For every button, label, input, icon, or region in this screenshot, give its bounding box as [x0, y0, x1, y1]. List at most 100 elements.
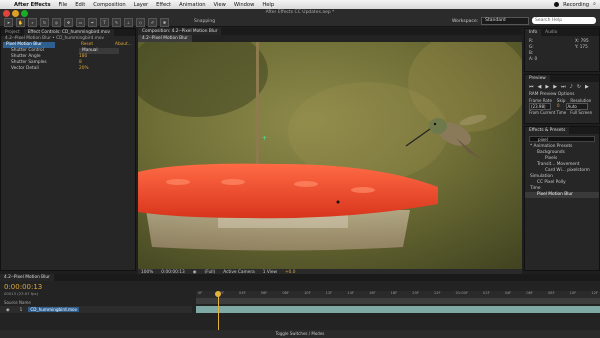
app-toolbar: After Effects CC Updates.aep * ➤ ✋ ⌕ ↻ ◎…	[0, 9, 600, 27]
timeline-frame-info: 00013 (23.97 fps)	[4, 291, 39, 296]
ruler-tick: 22F	[433, 291, 441, 295]
puppet-tool-icon[interactable]: ✱	[160, 18, 169, 27]
ruler-tick: 04F	[504, 291, 512, 295]
menu-help[interactable]: Help	[258, 2, 278, 8]
timeline-current-time[interactable]: 0:00:00:13	[4, 283, 42, 291]
visibility-icon[interactable]: ◉	[6, 307, 10, 312]
preview-panel: Preview ⏮ ◀ ▶ ▶ ⏭ ♪ ↻ ▶ RAM Preview Opti…	[524, 74, 600, 124]
ruler-tick: 12F	[591, 291, 598, 295]
tab-audio[interactable]: Audio	[541, 29, 561, 36]
tool-palette: ➤ ✋ ⌕ ↻ ◎ ✥ ▭ ✒ T ✎ ⊥ ◇ ✐ ✱	[4, 18, 169, 27]
next-frame-icon[interactable]: ▶	[553, 84, 557, 90]
tab-comp-name[interactable]: 4.2--Pixel Motion Blur	[138, 35, 192, 42]
menu-layer[interactable]: Layer	[130, 2, 152, 8]
playhead[interactable]	[218, 291, 219, 331]
menu-effect[interactable]: Effect	[152, 2, 175, 8]
ruler-tick: 04F	[239, 291, 246, 295]
hanging-wire	[256, 42, 259, 172]
rectangle-tool-icon[interactable]: ▭	[76, 18, 85, 27]
brush-tool-icon[interactable]: ✎	[112, 18, 121, 27]
tab-info[interactable]: Info	[525, 29, 542, 36]
hand-tool-icon[interactable]: ✋	[16, 18, 25, 27]
loop-icon[interactable]: ↻	[577, 84, 581, 90]
pan-behind-tool-icon[interactable]: ✥	[64, 18, 73, 27]
layer-duration-bar[interactable]	[196, 306, 600, 313]
layer-row[interactable]: ◉ 1 CD_hummingbird.mov	[0, 306, 192, 313]
menu-edit[interactable]: Edit	[71, 2, 89, 8]
playback-controls: ⏮ ◀ ▶ ▶ ⏭ ♪ ↻ ▶	[525, 82, 599, 92]
ruler-tick: 10F	[569, 291, 577, 295]
clone-stamp-tool-icon[interactable]: ⊥	[124, 18, 133, 27]
ruler-tick: 16F	[368, 291, 376, 295]
tab-effects-presets[interactable]: Effects & Presets	[525, 127, 570, 134]
selection-tool-icon[interactable]: ➤	[4, 18, 13, 27]
menu-animation[interactable]: Animation	[175, 2, 209, 8]
prev-frame-icon[interactable]: ◀	[538, 84, 542, 90]
resolution-dropdown[interactable]: Auto	[565, 103, 588, 110]
tab-timeline-comp[interactable]: 4.2--Pixel Motion Blur	[0, 274, 54, 281]
tab-project[interactable]: Project	[1, 29, 24, 36]
skip-value[interactable]: 0	[557, 103, 560, 110]
from-current-time-checkbox[interactable]: From Current Time	[529, 110, 566, 115]
first-frame-icon[interactable]: ⏮	[529, 84, 534, 90]
effects-presets-panel: Effects & Presets pixel * Animation Pres…	[524, 126, 600, 271]
frame-rate-dropdown[interactable]: (23.98)	[529, 103, 551, 110]
ram-preview-icon[interactable]: ▶	[585, 84, 589, 90]
ruler-tick: 12F	[325, 291, 333, 295]
tab-effect-controls[interactable]: Effect Controls: CD_hummingbird.mov	[23, 29, 115, 36]
menu-view[interactable]: View	[210, 2, 230, 8]
ruler-tick: 08F	[548, 291, 555, 295]
timeline-ruler[interactable]: 0F 02F 04F 06F 08F 10F 12F 14F 16F 18F 2…	[196, 291, 600, 298]
effects-search-input[interactable]: pixel	[529, 136, 595, 142]
zoom-tool-icon[interactable]: ⌕	[28, 18, 37, 27]
search-help-input[interactable]: Search Help	[532, 17, 596, 24]
audio-icon[interactable]: ♪	[570, 84, 573, 90]
menu-window[interactable]: Window	[230, 2, 258, 8]
rotate-tool-icon[interactable]: ↻	[40, 18, 49, 27]
info-y: Y: 175	[575, 44, 588, 49]
document-title: After Effects CC Updates.aep *	[265, 10, 335, 15]
full-screen-checkbox[interactable]: Full Screen	[570, 110, 592, 115]
col-source-name: Source Name	[4, 300, 31, 305]
toggle-switches-modes[interactable]: Toggle Switches / Modes	[0, 330, 600, 338]
eraser-tool-icon[interactable]: ◇	[136, 18, 145, 27]
camera-tool-icon[interactable]: ◎	[52, 18, 61, 27]
info-panel: Info Audio R: G: B: A: 0 X: 795 Y: 175	[524, 28, 600, 72]
workspace-dropdown[interactable]: Standard	[481, 17, 530, 25]
last-frame-icon[interactable]: ⏭	[561, 84, 566, 90]
work-area-bar[interactable]	[196, 298, 600, 304]
menu-file[interactable]: File	[55, 2, 72, 8]
ruler-tick: 18F	[390, 291, 398, 295]
roto-brush-tool-icon[interactable]: ✐	[148, 18, 157, 27]
composition-viewer[interactable]: +	[138, 42, 522, 269]
tab-composition[interactable]: Composition: 4.2--Pixel Motion Blur	[138, 28, 222, 35]
svg-text:+: +	[262, 135, 267, 142]
composition-tabs: Composition: 4.2--Pixel Motion Blur 4.2-…	[138, 28, 522, 42]
pen-tool-icon[interactable]: ✒	[88, 18, 97, 27]
ruler-tick: 0F	[198, 291, 203, 295]
ruler-tick: 08F	[282, 291, 289, 295]
vector-detail-value[interactable]: 20%	[79, 66, 89, 72]
minimize-window-icon[interactable]	[12, 10, 19, 17]
recording-status: Recording	[563, 1, 590, 8]
zoom-window-icon[interactable]	[21, 10, 28, 17]
type-tool-icon[interactable]: T	[100, 18, 109, 27]
close-window-icon[interactable]	[3, 10, 10, 17]
play-icon[interactable]: ▶	[545, 84, 549, 90]
prop-label: Vector Detail	[11, 66, 39, 71]
menu-search-icon[interactable]: ⌕	[593, 1, 596, 8]
ruler-tick: 14F	[347, 291, 354, 295]
menu-composition[interactable]: Composition	[89, 2, 129, 8]
layer-index: 1	[19, 307, 23, 312]
ruler-tick: 01:00F	[455, 291, 469, 295]
menu-bar: After Effects File Edit Composition Laye…	[0, 0, 600, 9]
snapping-checkbox[interactable]: Snapping	[194, 19, 215, 24]
layer-name[interactable]: CD_hummingbird.mov	[28, 307, 80, 312]
ruler-tick: 20F	[412, 291, 419, 295]
info-a: A: 0	[529, 56, 538, 61]
playhead-handle-icon[interactable]	[215, 291, 221, 297]
ruler-tick: 10F	[304, 291, 311, 295]
menu-app[interactable]: After Effects	[10, 2, 55, 8]
tab-preview[interactable]: Preview	[525, 75, 550, 82]
tree-pixel-motion-blur[interactable]: Pixel Motion Blur	[525, 192, 599, 198]
